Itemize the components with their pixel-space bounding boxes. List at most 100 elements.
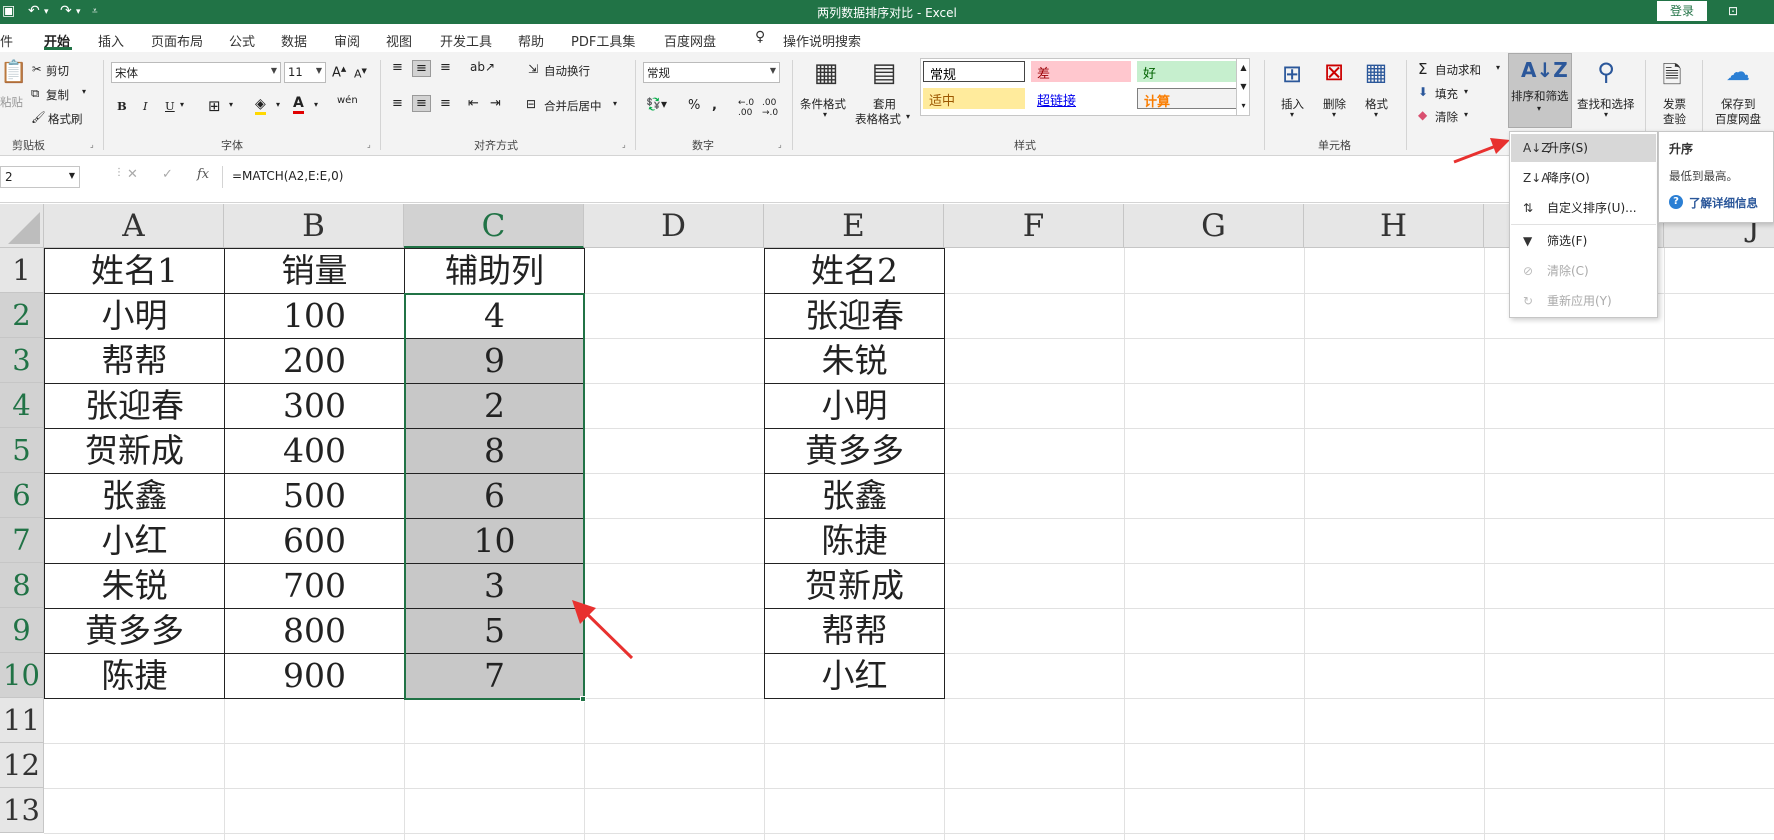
style-bad[interactable]: 差: [1031, 61, 1131, 82]
name-box[interactable]: 2 ▼: [0, 166, 80, 188]
cell-e8[interactable]: 贺新成: [764, 563, 945, 609]
decrease-indent-icon[interactable]: ⇤: [468, 96, 479, 111]
chevron-down-icon[interactable]: ▾: [1290, 110, 1294, 119]
font-launcher-icon[interactable]: ⌟: [367, 140, 371, 149]
cell-e7[interactable]: 陈捷: [764, 518, 945, 564]
row-header-13[interactable]: 13: [0, 788, 44, 833]
cell-b9[interactable]: 800: [224, 608, 405, 654]
merge-dropdown-icon[interactable]: ▾: [613, 99, 617, 108]
fill-color-dropdown-icon[interactable]: ▾: [276, 100, 280, 109]
row-header-4[interactable]: 4: [0, 383, 44, 428]
cell-a8[interactable]: 朱锐: [44, 563, 225, 609]
cell-a10[interactable]: 陈捷: [44, 653, 225, 699]
column-header-f[interactable]: F: [944, 204, 1124, 248]
menu-item-custom-sort[interactable]: ⇅ 自定义排序(U)...: [1511, 194, 1656, 222]
increase-indent-icon[interactable]: ⇥: [490, 96, 501, 111]
font-size-combo[interactable]: 11 ▼: [284, 62, 326, 83]
cell-e4[interactable]: 小明: [764, 383, 945, 429]
find-select-icon[interactable]: ⚲: [1592, 58, 1620, 86]
delete-cells-icon[interactable]: ⊠: [1320, 58, 1348, 86]
align-middle-icon[interactable]: ≡: [412, 60, 431, 77]
row-header-7[interactable]: 7: [0, 518, 44, 563]
bold-button[interactable]: B: [117, 99, 127, 113]
increase-decimal-icon[interactable]: ←.0.00: [738, 98, 754, 118]
row-header-5[interactable]: 5: [0, 428, 44, 473]
format-painter-button[interactable]: 格式刷: [48, 111, 83, 127]
chevron-down-icon[interactable]: ▾: [906, 112, 910, 121]
cell-c1[interactable]: 辅助列: [404, 248, 585, 294]
style-normal[interactable]: 常规: [923, 61, 1025, 83]
chevron-down-icon[interactable]: ▾: [1604, 110, 1608, 119]
copy-button[interactable]: 复制: [46, 87, 69, 103]
cell-e9[interactable]: 帮帮: [764, 608, 945, 654]
baidu-netdisk-icon[interactable]: ☁: [1724, 58, 1752, 86]
tab-page-layout[interactable]: 页面布局: [151, 31, 203, 50]
sort-filter-button[interactable]: A↓Z 排序和筛选 ▾: [1508, 53, 1572, 128]
format-cells-icon[interactable]: ▦: [1362, 58, 1390, 86]
increase-font-icon[interactable]: A▲: [332, 65, 346, 80]
cell-b5[interactable]: 400: [224, 428, 405, 474]
cell-a3[interactable]: 帮帮: [44, 338, 225, 384]
fill-color-icon[interactable]: ◈: [255, 96, 266, 115]
cut-button[interactable]: 剪切: [46, 63, 69, 79]
decrease-font-icon[interactable]: A▼: [354, 67, 367, 81]
format-as-table-icon[interactable]: ▤: [870, 58, 898, 88]
cell-b3[interactable]: 200: [224, 338, 405, 384]
font-name-combo[interactable]: 宋体 ▼: [111, 62, 281, 83]
tab-developer[interactable]: 开发工具: [440, 31, 492, 50]
align-right-icon[interactable]: ≡: [440, 96, 451, 111]
row-header-9[interactable]: 9: [0, 608, 44, 653]
row-header-3[interactable]: 3: [0, 338, 44, 383]
menu-item-sort-descending[interactable]: Z↓A 降序(O): [1511, 164, 1656, 192]
cell-a7[interactable]: 小红: [44, 518, 225, 564]
tab-view[interactable]: 视图: [386, 31, 412, 50]
paste-label[interactable]: 粘贴: [0, 94, 23, 110]
autosum-button[interactable]: 自动求和: [1435, 62, 1481, 78]
paste-icon[interactable]: 📋: [0, 60, 27, 85]
cell-a9[interactable]: 黄多多: [44, 608, 225, 654]
tab-formulas[interactable]: 公式: [229, 31, 255, 50]
align-bottom-icon[interactable]: ≡: [440, 60, 451, 75]
cancel-icon[interactable]: ✕: [127, 167, 138, 182]
invoice-check-label-2[interactable]: 查验: [1663, 111, 1686, 127]
insert-cells-icon[interactable]: ⊞: [1278, 60, 1306, 88]
save-to-baidu-label-2[interactable]: 百度网盘: [1715, 111, 1761, 127]
tab-review[interactable]: 审阅: [334, 31, 360, 50]
cell-e1[interactable]: 姓名2: [764, 248, 945, 294]
chevron-down-icon[interactable]: ▾: [823, 110, 827, 119]
italic-button[interactable]: I: [143, 99, 148, 113]
column-header-g[interactable]: G: [1124, 204, 1304, 248]
style-calculation[interactable]: 计算: [1137, 88, 1237, 110]
orientation-icon[interactable]: ab↗: [470, 60, 495, 74]
cell-e6[interactable]: 张鑫: [764, 473, 945, 519]
format-as-table-label-1[interactable]: 套用: [873, 96, 896, 112]
underline-button[interactable]: U: [165, 99, 175, 113]
invoice-check-label-1[interactable]: 发票: [1663, 96, 1686, 112]
fill-handle[interactable]: [580, 696, 586, 702]
fill-button[interactable]: 填充: [1435, 86, 1458, 102]
tab-pdf-tools[interactable]: PDF工具集: [571, 31, 635, 50]
copy-dropdown-icon[interactable]: ▾: [82, 87, 86, 96]
select-all-corner[interactable]: [0, 204, 44, 248]
style-neutral[interactable]: 适中: [923, 88, 1025, 109]
cell-b8[interactable]: 700: [224, 563, 405, 609]
style-good[interactable]: 好: [1137, 61, 1237, 82]
font-color-icon[interactable]: A: [293, 95, 304, 114]
cell-b10[interactable]: 900: [224, 653, 405, 699]
merge-center-button[interactable]: 合并后居中: [544, 98, 602, 114]
menu-item-filter[interactable]: ▼ 筛选(F): [1511, 227, 1656, 255]
invoice-check-icon[interactable]: 🗎: [1658, 58, 1686, 99]
cell-e10[interactable]: 小红: [764, 653, 945, 699]
clipboard-launcher-icon[interactable]: ⌟: [90, 140, 94, 149]
wrap-text-button[interactable]: 自动换行: [544, 63, 590, 79]
tooltip-learn-more-link[interactable]: 了解详细信息: [1689, 195, 1758, 211]
column-header-e[interactable]: E: [764, 204, 944, 248]
column-header-d[interactable]: D: [584, 204, 764, 248]
column-header-a[interactable]: A: [44, 204, 224, 248]
align-top-icon[interactable]: ≡: [392, 60, 403, 75]
cell-b7[interactable]: 600: [224, 518, 405, 564]
currency-icon[interactable]: 💱▾: [646, 97, 667, 111]
styles-scroll[interactable]: ▲ ▼ ▾: [1236, 58, 1250, 116]
borders-icon[interactable]: ⊞: [208, 97, 221, 115]
menu-item-sort-ascending[interactable]: A↓Z 升序(S): [1511, 134, 1656, 162]
